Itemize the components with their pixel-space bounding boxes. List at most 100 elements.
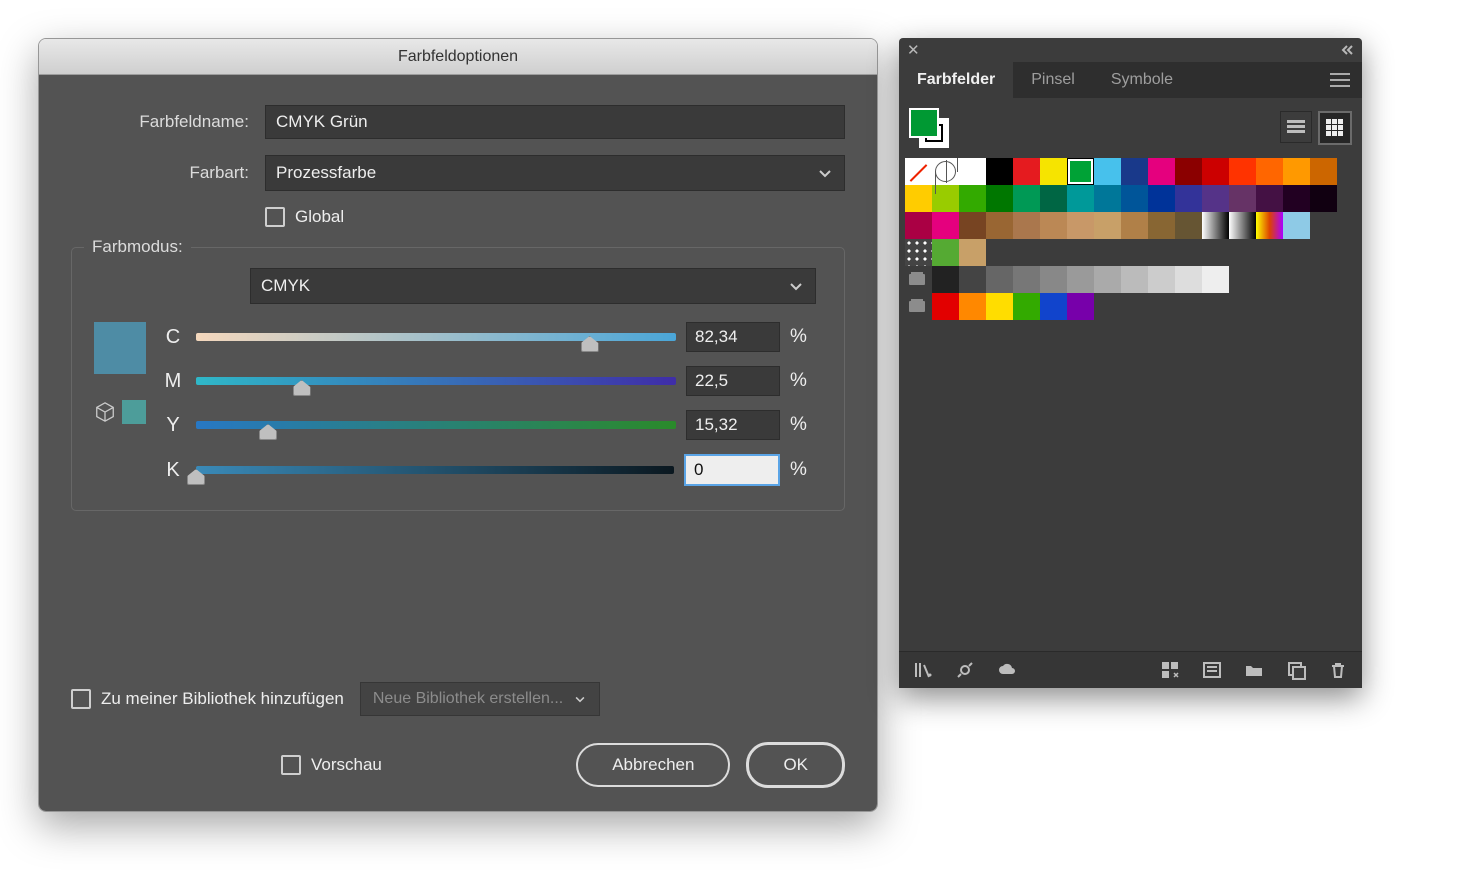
swatch[interactable]	[1229, 158, 1256, 185]
swatch[interactable]	[1175, 185, 1202, 212]
swatch[interactable]	[1229, 185, 1256, 212]
new-swatch-icon[interactable]	[1286, 660, 1306, 680]
swatch[interactable]	[1148, 158, 1175, 185]
library-menu-icon[interactable]	[913, 660, 933, 680]
swatch[interactable]	[1283, 158, 1310, 185]
swatch[interactable]	[986, 185, 1013, 212]
swatch[interactable]	[1094, 185, 1121, 212]
fg-bg-swatch[interactable]	[909, 108, 949, 148]
swatch[interactable]	[1148, 185, 1175, 212]
library-select[interactable]: Neue Bibliothek erstellen...	[360, 682, 600, 716]
swatch[interactable]	[1121, 212, 1148, 239]
swatch[interactable]	[1229, 212, 1256, 239]
trash-icon[interactable]	[1328, 660, 1348, 680]
swatch[interactable]	[1013, 266, 1040, 293]
panel-menu-icon[interactable]	[1318, 62, 1362, 98]
list-view-button[interactable]	[1280, 111, 1312, 143]
swatch[interactable]	[1067, 266, 1094, 293]
websafe-swatch[interactable]	[122, 400, 146, 424]
swatch[interactable]	[1094, 266, 1121, 293]
swatch[interactable]	[1310, 158, 1337, 185]
swatch[interactable]	[1202, 266, 1229, 293]
swatch[interactable]	[905, 212, 932, 239]
cancel-button[interactable]: Abbrechen	[576, 743, 730, 787]
swatch[interactable]	[959, 185, 986, 212]
grid-view-button[interactable]	[1318, 111, 1352, 145]
swatch[interactable]	[1310, 185, 1337, 212]
swatch[interactable]	[986, 266, 1013, 293]
swatch[interactable]	[1202, 212, 1229, 239]
swatch[interactable]	[1013, 158, 1040, 185]
swatch[interactable]	[932, 266, 959, 293]
swatch[interactable]	[1175, 266, 1202, 293]
slider-c[interactable]	[196, 333, 676, 341]
swatch[interactable]	[905, 239, 932, 266]
swatch[interactable]	[1067, 293, 1094, 320]
swatch[interactable]	[959, 293, 986, 320]
swatch[interactable]	[959, 266, 986, 293]
swatch[interactable]	[932, 293, 959, 320]
global-checkbox[interactable]	[265, 207, 285, 227]
swatch[interactable]	[1040, 185, 1067, 212]
swatch[interactable]	[932, 212, 959, 239]
swatch[interactable]	[1148, 212, 1175, 239]
swatch[interactable]	[1256, 158, 1283, 185]
swatch[interactable]	[1121, 185, 1148, 212]
swatch[interactable]	[1040, 212, 1067, 239]
link-icon[interactable]	[955, 660, 975, 680]
swatch-options-icon[interactable]	[1160, 660, 1180, 680]
swatch[interactable]	[1121, 158, 1148, 185]
swatch[interactable]	[959, 158, 986, 185]
swatch[interactable]	[1256, 185, 1283, 212]
color-group-folder[interactable]	[905, 266, 932, 293]
value-input-c[interactable]	[686, 322, 780, 352]
swatch[interactable]	[986, 158, 1013, 185]
swatch[interactable]	[1067, 185, 1094, 212]
swatch[interactable]	[986, 293, 1013, 320]
swatch[interactable]	[1121, 266, 1148, 293]
collapse-icon[interactable]	[1338, 45, 1354, 55]
swatch[interactable]	[1256, 212, 1283, 239]
swatch[interactable]	[1094, 212, 1121, 239]
swatch[interactable]	[1040, 158, 1067, 185]
swatch[interactable]	[1175, 158, 1202, 185]
swatch[interactable]	[1175, 212, 1202, 239]
color-mode-select[interactable]: CMYK	[250, 268, 816, 304]
preview-checkbox[interactable]	[281, 755, 301, 775]
close-icon[interactable]: ✕	[907, 41, 920, 59]
slider-k[interactable]	[196, 466, 674, 474]
swatch[interactable]	[1067, 212, 1094, 239]
swatch[interactable]	[1283, 212, 1310, 239]
color-type-select[interactable]: Prozessfarbe	[265, 155, 845, 191]
swatch[interactable]	[986, 212, 1013, 239]
swatch[interactable]	[959, 212, 986, 239]
value-input-y[interactable]	[686, 410, 780, 440]
slider-m[interactable]	[196, 377, 676, 385]
add-library-checkbox[interactable]	[71, 689, 91, 709]
cloud-icon[interactable]	[997, 660, 1017, 680]
slider-y[interactable]	[196, 421, 676, 429]
ok-button[interactable]: OK	[746, 742, 845, 788]
swatch[interactable]	[1202, 185, 1229, 212]
swatch[interactable]	[1283, 185, 1310, 212]
swatch[interactable]	[1067, 158, 1094, 185]
tab-pinsel[interactable]: Pinsel	[1013, 62, 1093, 98]
folder-icon[interactable]	[1244, 660, 1264, 680]
value-input-k[interactable]	[684, 454, 780, 486]
swatch[interactable]	[1013, 212, 1040, 239]
swatch[interactable]	[1040, 293, 1067, 320]
swatch[interactable]	[932, 185, 959, 212]
tab-symbole[interactable]: Symbole	[1093, 62, 1191, 98]
swatch[interactable]	[1094, 158, 1121, 185]
color-group-icon[interactable]	[1202, 660, 1222, 680]
swatch[interactable]	[905, 185, 932, 212]
value-input-m[interactable]	[686, 366, 780, 396]
swatch[interactable]	[1148, 266, 1175, 293]
swatch[interactable]	[1202, 158, 1229, 185]
swatch-name-input[interactable]	[265, 105, 845, 139]
swatch[interactable]	[1040, 266, 1067, 293]
swatch[interactable]	[1013, 185, 1040, 212]
swatch[interactable]	[905, 158, 932, 185]
tab-farbfelder[interactable]: Farbfelder	[899, 62, 1013, 98]
color-group-folder[interactable]	[905, 293, 932, 320]
